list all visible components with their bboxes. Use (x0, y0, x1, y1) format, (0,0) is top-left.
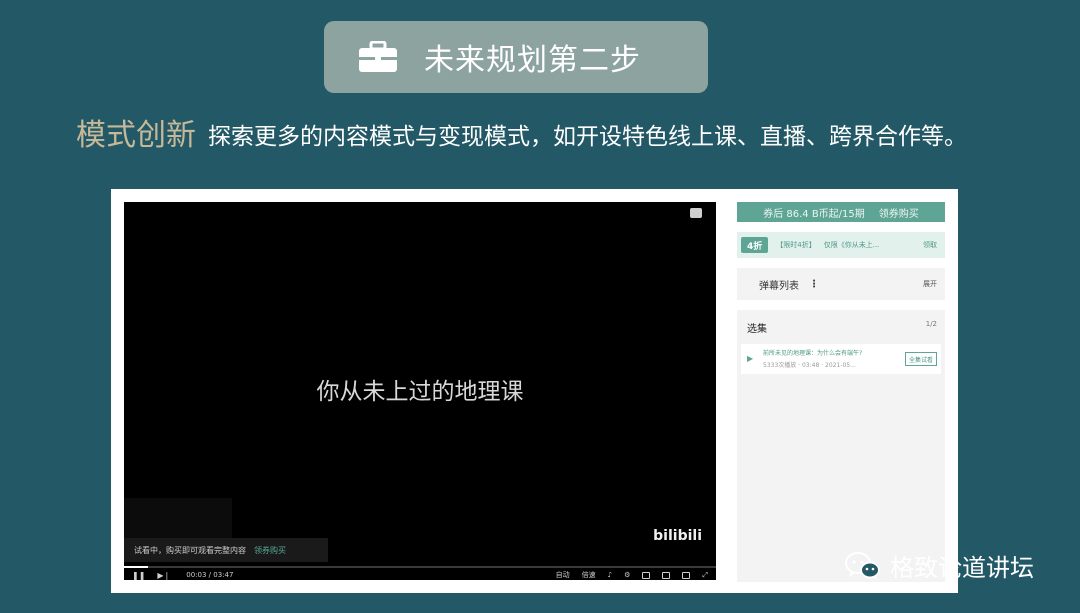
coupon-claim-button[interactable]: 领取 (923, 240, 937, 250)
danmaku-label: 弹幕列表 (759, 280, 799, 292)
episode-try-button[interactable]: 全集试看 (904, 352, 937, 366)
coupon-limit: 【限时4折】 (776, 241, 816, 249)
trial-notice-text: 试看中，购买即可观看完整内容 (134, 545, 246, 555)
danmaku-list-bar[interactable]: 弹幕列表 ⋮ 展开 (737, 268, 945, 300)
auto-quality-button[interactable]: 自动 (556, 570, 570, 580)
headline-description: 探索更多的内容模式与变现模式，如开设特色线上课、直播、跨界合作等。 (208, 124, 967, 150)
settings-icon[interactable]: ⚙ (624, 571, 630, 579)
page-title: 未来规划第二步 (424, 43, 641, 78)
episodes-count: 1/2 (925, 320, 937, 328)
volume-icon[interactable]: ♪ (608, 571, 612, 579)
progress-bar[interactable] (124, 566, 716, 568)
more-icon[interactable]: ⋮ (809, 279, 819, 290)
player-controls: ❚❚ ▶❘ 00:03 / 03:47 自动 倍速 ♪ ⚙ ⤢ (124, 570, 716, 580)
bilibili-logo: bilibili (653, 528, 702, 544)
report-icon[interactable] (690, 208, 702, 218)
episode-item[interactable]: ▶ 前所未见的地理课：为什么会有端午? 5333次播放 · 03:48 · 20… (741, 344, 941, 374)
video-shade (124, 498, 232, 538)
coupon-bar: 4折 【限时4折】 仅限《你从未上... 领取 (737, 232, 945, 258)
episode-title: 前所未见的地理课：为什么会有端午? (763, 350, 863, 357)
danmaku-expand-button[interactable]: 展开 (923, 279, 937, 289)
wechat-icon (845, 551, 880, 580)
pause-icon[interactable]: ❚❚ (132, 571, 145, 580)
title-pill: 未来规划第二步 (324, 21, 708, 93)
play-icon: ▶ (747, 354, 754, 363)
episodes-header: 选集 1/2 (747, 320, 937, 335)
coupon-tag: 4折 (741, 237, 769, 253)
briefcase-icon (359, 41, 397, 72)
video-player[interactable]: 你从未上过的地理课 试看中，购买即可观看完整内容 领券购买 bilibili ❚… (124, 202, 716, 580)
trial-notice: 试看中，购买即可观看完整内容 领券购买 (124, 538, 328, 562)
time-readout: 00:03 / 03:47 (186, 571, 234, 579)
episode-meta: 5333次播放 · 03:48 · 2021-05... (763, 362, 856, 369)
watermark: 格致论道讲坛 (844, 548, 1034, 583)
fullscreen-icon[interactable]: ⤢ (702, 571, 708, 580)
coupon-desc: 仅限《你从未上... (823, 241, 880, 249)
price-buy-button[interactable]: 领券购买 (879, 205, 919, 220)
next-icon[interactable]: ▶❘ (157, 571, 170, 580)
episodes-panel: 选集 1/2 ▶ 前所未见的地理课：为什么会有端午? 5333次播放 · 03:… (737, 310, 945, 582)
speed-button[interactable]: 倍速 (582, 570, 596, 580)
sidebar: 券后 86.4 B币起/15期 领券购买 4折 【限时4折】 仅限《你从未上..… (737, 202, 945, 582)
pip-icon[interactable] (642, 571, 651, 579)
video-caption: 你从未上过的地理课 (316, 379, 524, 405)
price-bar[interactable]: 券后 86.4 B币起/15期 领券购买 (737, 202, 945, 222)
watermark-text: 格致论道讲坛 (890, 554, 1034, 582)
progress-fill (124, 566, 148, 568)
headline: 模式创新 探索更多的内容模式与变现模式，如开设特色线上课、直播、跨界合作等。 (76, 108, 967, 154)
episodes-label: 选集 (747, 324, 767, 335)
price-text: 券后 86.4 B币起/15期 (763, 208, 865, 220)
trial-buy-link[interactable]: 领券购买 (254, 545, 286, 556)
headline-keyword: 模式创新 (76, 118, 196, 153)
widescreen-icon[interactable] (662, 571, 671, 579)
player-right-controls: 自动 倍速 ♪ ⚙ ⤢ (556, 570, 708, 580)
webfullscreen-icon[interactable] (682, 571, 691, 579)
screenshot-frame: 你从未上过的地理课 试看中，购买即可观看完整内容 领券购买 bilibili ❚… (111, 189, 958, 593)
